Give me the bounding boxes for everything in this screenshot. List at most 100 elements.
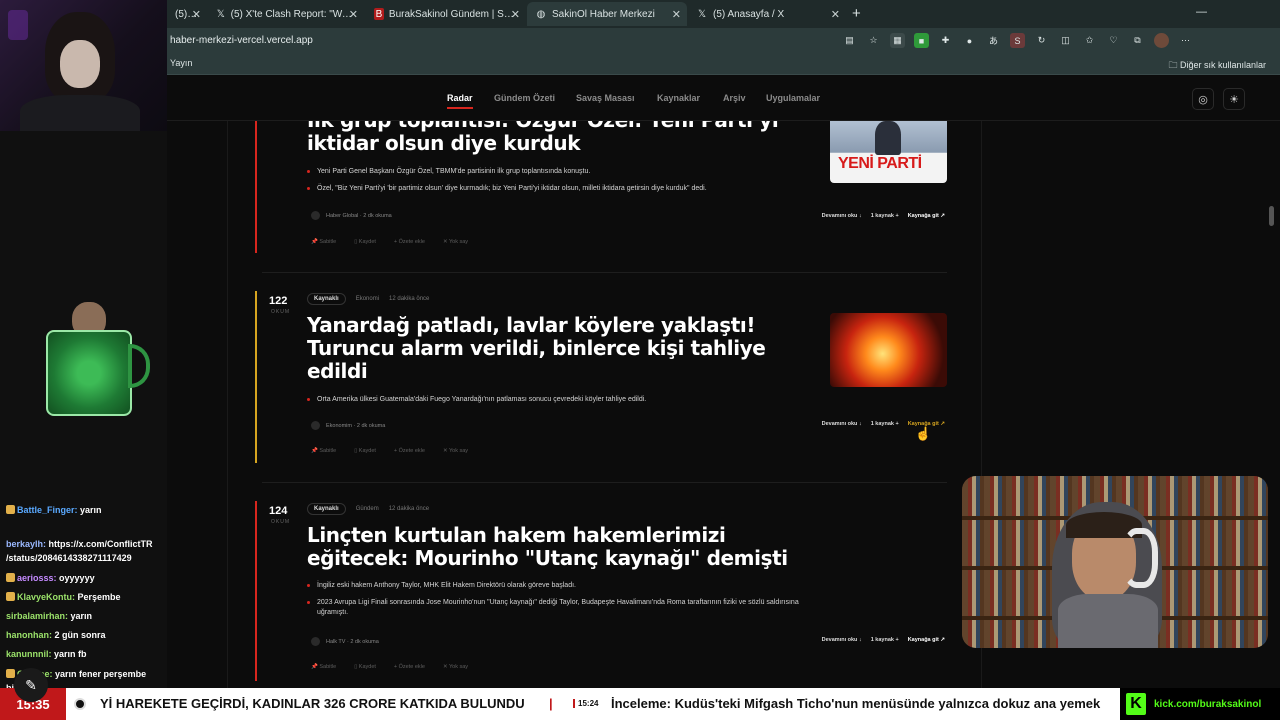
read-more-link[interactable]: Devamını oku ↓: [822, 637, 862, 643]
browser-tab[interactable]: 𝕏 (5) X'te Clash Report: "WATCH: Ru ✕: [208, 2, 364, 26]
more-icon[interactable]: ⋯: [1178, 33, 1193, 48]
save-button[interactable]: ▯ Kaydet: [354, 448, 376, 454]
close-tab-icon[interactable]: ✕: [192, 8, 201, 21]
add-to-summary-label: Özete ekle: [398, 448, 425, 454]
streamer-cup-image: [28, 300, 152, 418]
sources-link[interactable]: 1 kaynak +: [871, 637, 899, 643]
x-logo-icon: 𝕏: [216, 8, 225, 20]
reader-icon[interactable]: ▤: [842, 33, 857, 48]
news-article: İlk grup toplantısı: Özgür Özel: Yeni Pa…: [255, 109, 947, 271]
split-screen-icon[interactable]: ◫: [1058, 33, 1073, 48]
chat-username[interactable]: KlavyeKontu:: [17, 592, 75, 602]
sources-link[interactable]: 1 kaynak +: [871, 213, 899, 219]
ignore-label: Yok say: [449, 239, 469, 245]
add-to-summary-button[interactable]: + Özete ekle: [394, 664, 425, 670]
chat-username[interactable]: Battle_Finger:: [17, 505, 78, 515]
url-field[interactable]: haber-merkezi-vercel.vercel.app: [170, 35, 313, 46]
ignore-label: Yok say: [449, 448, 469, 454]
nav-savas-masasi[interactable]: Savaş Masası: [576, 93, 635, 103]
close-tab-icon[interactable]: ✕: [511, 8, 520, 21]
nav-radar[interactable]: Radar: [447, 93, 473, 109]
chat-message: /status/2084614338271117429: [6, 552, 132, 564]
extension-icon[interactable]: ▦: [890, 33, 905, 48]
nav-uygulamalar[interactable]: Uygulamalar: [766, 93, 820, 103]
favorites-icon[interactable]: ✩: [1082, 33, 1097, 48]
other-bookmarks-folder[interactable]: 🗀 Diğer sık kullanılanlar: [1168, 58, 1266, 74]
ignore-button[interactable]: ✕ Yok say: [443, 239, 468, 245]
chat-text: https://x.com/ConflictTR: [48, 539, 153, 549]
ignore-button[interactable]: ✕ Yok say: [443, 664, 468, 670]
save-button[interactable]: ▯ Kaydet: [354, 239, 376, 245]
go-to-source-link[interactable]: Kaynağa git ↗: [908, 637, 945, 643]
article-source: Ekonomim · 2 dk okuma: [311, 421, 385, 430]
scrollbar-thumb[interactable]: [1269, 206, 1274, 226]
chat-badge-icon: [6, 669, 15, 678]
browser-tab-active[interactable]: ◍ SakinOl Haber Merkezi ✕: [527, 2, 687, 26]
article-source: Halk TV · 2 dk okuma: [311, 637, 379, 646]
article-links: Devamını oku ↓ 1 kaynak + Kaynağa git ↗: [822, 637, 945, 643]
chat-badge-icon: [6, 592, 15, 601]
news-article: 124 OKUM Kaynaklı Gündem 12 dakika önce …: [255, 501, 945, 688]
streamer-webcam: [962, 476, 1268, 648]
translate-icon[interactable]: あ: [986, 33, 1001, 48]
chat-username[interactable]: berkaylh:: [6, 539, 46, 549]
add-to-summary-button[interactable]: + Özete ekle: [394, 448, 425, 454]
extension-icon[interactable]: S: [1010, 33, 1025, 48]
sun-icon[interactable]: ☀: [1223, 88, 1245, 110]
collections-icon[interactable]: ⧉: [1130, 33, 1145, 48]
close-tab-icon[interactable]: ✕: [831, 8, 840, 21]
nav-arsiv[interactable]: Arşiv: [723, 93, 746, 103]
go-to-source-link[interactable]: Kaynağa git ↗: [908, 213, 945, 219]
heart-icon[interactable]: ♡: [1106, 33, 1121, 48]
ignore-button[interactable]: ✕ Yok say: [443, 448, 468, 454]
nav-gundem-ozeti[interactable]: Gündem Özeti: [494, 93, 555, 103]
pin-button[interactable]: 📌 Sabitle: [311, 664, 336, 670]
extension-icon[interactable]: ●: [962, 33, 977, 48]
browser-tab[interactable]: شمس (5) ✕: [167, 2, 207, 26]
bookmark-item[interactable]: Yayın: [170, 58, 192, 68]
article-thumbnail[interactable]: [830, 313, 947, 387]
refresh-icon[interactable]: ↻: [1034, 33, 1049, 48]
chat-message: berkaylh: https://x.com/ConflictTR: [6, 538, 153, 550]
chat-username[interactable]: aeriosss:: [17, 573, 57, 583]
article-category[interactable]: Ekonomi: [356, 296, 379, 302]
extension-icon[interactable]: ✚: [938, 33, 953, 48]
sources-link[interactable]: 1 kaynak +: [871, 421, 899, 427]
chat-message: hanonhan: 2 gün sonra: [6, 629, 106, 641]
new-tab-icon[interactable]: +: [852, 5, 861, 22]
pin-button[interactable]: 📌 Sabitle: [311, 239, 336, 245]
browser-tab[interactable]: B BurakSakinol Gündem | Son 3 Gün ✕: [366, 2, 526, 26]
chat-username[interactable]: sirbalamirhan:: [6, 611, 68, 621]
site-icon: B: [374, 8, 384, 20]
article-thumbnail[interactable]: YENİ PARTİ: [830, 115, 947, 183]
read-more-link[interactable]: Devamını oku ↓: [822, 213, 862, 219]
streamer-webcam-top: [0, 0, 167, 131]
article-category[interactable]: Gündem: [356, 506, 379, 512]
star-icon[interactable]: ☆: [866, 33, 881, 48]
nav-kaynaklar[interactable]: Kaynaklar: [657, 93, 700, 103]
source-logo-icon: [311, 637, 320, 646]
article-separator: [262, 482, 947, 483]
target-icon[interactable]: ◎: [1192, 88, 1214, 110]
article-actions: 📌 Sabitle ▯ Kaydet + Özete ekle ✕ Yok sa…: [311, 448, 468, 454]
save-button[interactable]: ▯ Kaydet: [354, 664, 376, 670]
source-logo-icon: [311, 421, 320, 430]
close-tab-icon[interactable]: ✕: [349, 8, 358, 21]
pen-icon[interactable]: ✎: [14, 668, 48, 702]
browser-tab[interactable]: 𝕏 (5) Anasayfa / X ✕: [688, 2, 846, 26]
read-more-link[interactable]: Devamını oku ↓: [822, 421, 862, 427]
article-actions: 📌 Sabitle ▯ Kaydet + Özete ekle ✕ Yok sa…: [311, 664, 468, 670]
article-headline[interactable]: Linçten kurtulan hakem hakemlerimizi eği…: [307, 524, 817, 570]
chat-username[interactable]: kanunnnil:: [6, 649, 52, 659]
add-to-summary-button[interactable]: + Özete ekle: [394, 239, 425, 245]
minimize-icon[interactable]: —: [1196, 6, 1207, 18]
pin-button[interactable]: 📌 Sabitle: [311, 448, 336, 454]
chat-username[interactable]: hanonhan:: [6, 630, 52, 640]
summary-bullet: 2023 Avrupa Ligi Finali sonrasında Jose …: [307, 598, 807, 618]
chat-message: kanunnnil: yarın fb: [6, 648, 87, 660]
article-headline[interactable]: Yanardağ patladı, lavlar köylere yaklaşt…: [307, 314, 817, 383]
avatar[interactable]: [1154, 33, 1169, 48]
source-text: Halk TV · 2 dk okuma: [326, 638, 379, 645]
extension-icon[interactable]: ■: [914, 33, 929, 48]
close-tab-icon[interactable]: ✕: [672, 8, 681, 21]
